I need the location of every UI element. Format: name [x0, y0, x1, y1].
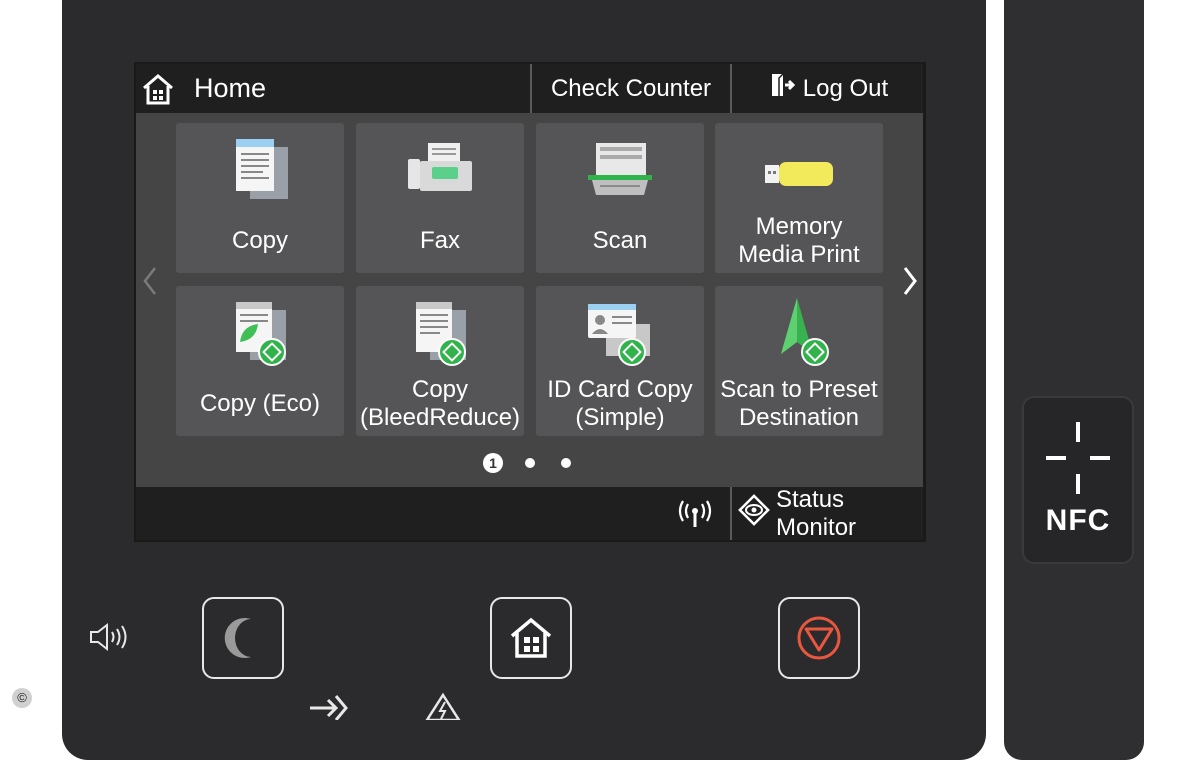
stop-icon [797, 616, 841, 660]
tile-label-line2: (BleedReduce) [359, 404, 521, 431]
next-page-arrow-icon[interactable] [902, 264, 918, 303]
tile-label-line2: Destination [738, 404, 860, 431]
page-dot[interactable] [525, 458, 535, 468]
log-out-label: Log Out [802, 74, 889, 102]
home-icon [510, 617, 552, 658]
tile-label: Copy (Eco) [199, 390, 321, 417]
tile-scan-to-preset-destination[interactable]: Scan to Preset Destination [715, 286, 883, 436]
copy-icon [236, 139, 288, 199]
bottom-bar: Status Monitor [136, 485, 923, 541]
nfc-reader[interactable]: NFC [1022, 396, 1134, 564]
status-monitor-icon [738, 494, 770, 533]
tile-scan[interactable]: Scan [536, 123, 704, 273]
wireless-signal-icon[interactable] [676, 499, 714, 534]
status-monitor-button[interactable]: Status Monitor [730, 485, 923, 541]
volume-icon[interactable] [88, 622, 130, 657]
tile-label-line1: Memory [755, 213, 843, 240]
tile-copy[interactable]: Copy [176, 123, 344, 273]
id-card-copy-icon [588, 304, 650, 366]
device-side-panel [1004, 0, 1144, 760]
status-monitor-label: Status Monitor [776, 485, 857, 541]
tile-label: Scan [592, 227, 648, 254]
nfc-label: NFC [1045, 504, 1111, 537]
tile-copy-bleedreduce[interactable]: Copy (BleedReduce) [356, 286, 524, 436]
page-indicator: 1 [482, 452, 602, 474]
log-out-icon [769, 71, 797, 106]
touch-screen: Home Check Counter Log Out Copy Fax Scan… [136, 64, 923, 540]
home-header[interactable]: Home [136, 64, 528, 113]
check-counter-label: Check Counter [550, 74, 712, 102]
previous-page-arrow-icon[interactable] [142, 264, 158, 303]
fax-icon [408, 143, 472, 191]
usb-memory-icon [765, 162, 833, 186]
tile-fax[interactable]: Fax [356, 123, 524, 273]
tile-label-line1: Scan to Preset [720, 376, 878, 403]
tile-memory-media-print[interactable]: Memory Media Print [715, 123, 883, 273]
copy-eco-icon [236, 302, 286, 366]
copyright-badge: © [12, 688, 32, 708]
moon-icon [224, 618, 251, 658]
stop-button[interactable] [778, 597, 860, 679]
tile-label-line2: (Simple) [575, 404, 665, 431]
tile-label-line1: ID Card Copy [547, 376, 693, 403]
tile-label: Fax [419, 227, 460, 254]
home-icon [138, 69, 178, 109]
scan-to-preset-icon [781, 298, 829, 366]
nfc-target-icon [1046, 422, 1110, 494]
scan-icon [588, 143, 652, 195]
top-bar: Home Check Counter Log Out [136, 64, 923, 113]
page-dot[interactable] [561, 458, 571, 468]
copy-bleedreduce-icon [416, 302, 466, 366]
tile-copy-eco[interactable]: Copy (Eco) [176, 286, 344, 436]
tile-label: Copy [231, 227, 289, 254]
log-out-button[interactable]: Log Out [730, 64, 923, 113]
tile-label-line1: Copy [411, 376, 469, 403]
energy-saver-button[interactable] [202, 597, 284, 679]
home-hardware-button[interactable] [490, 597, 572, 679]
tile-id-card-copy[interactable]: ID Card Copy (Simple) [536, 286, 704, 436]
error-warning-icon [424, 692, 462, 725]
data-arrow-icon [306, 692, 350, 725]
page-title: Home [194, 73, 267, 103]
page-dot-number: 1 [489, 455, 497, 471]
tile-label-line2: Media Print [738, 241, 860, 268]
check-counter-button[interactable]: Check Counter [530, 64, 730, 113]
